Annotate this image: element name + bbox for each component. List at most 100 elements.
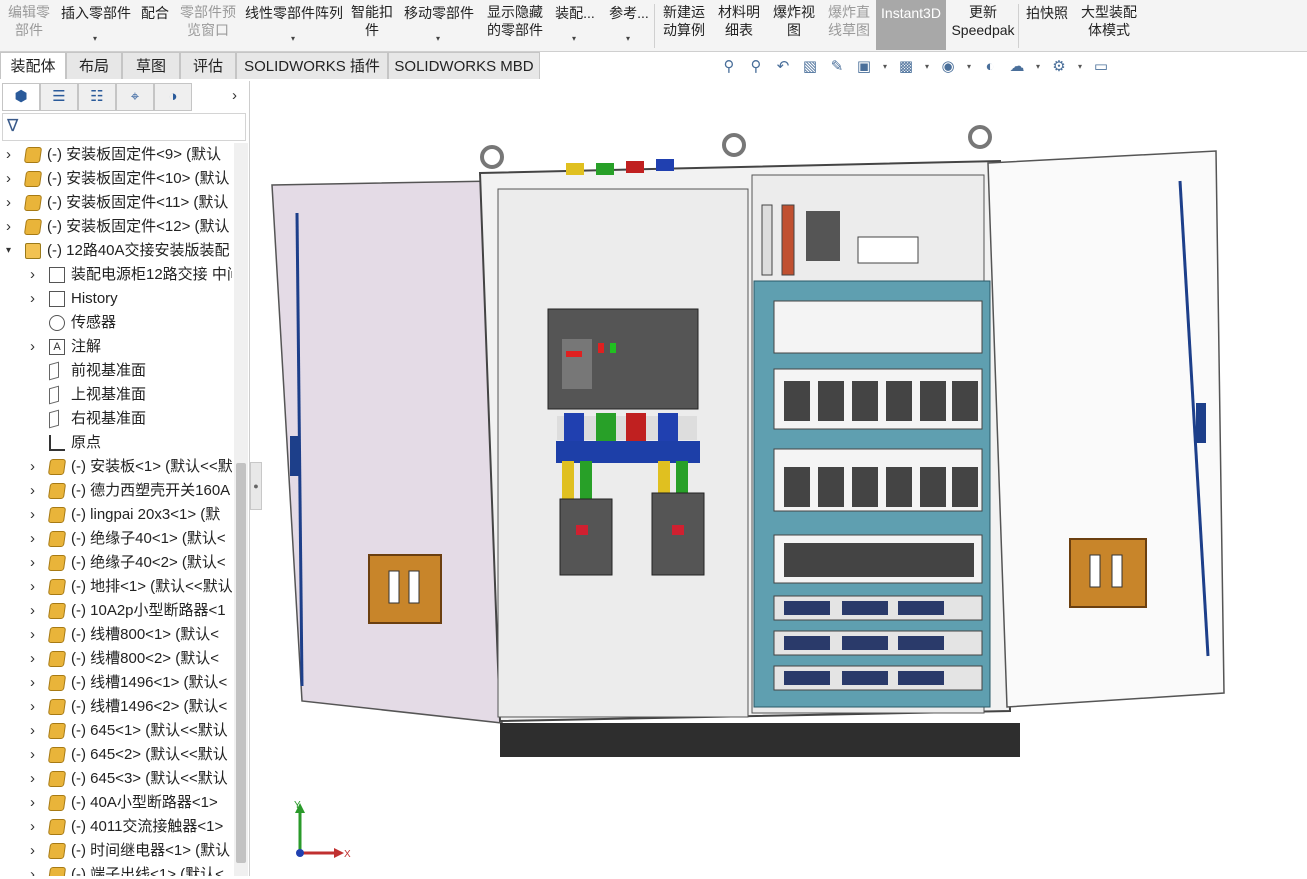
tree-item[interactable]: › (-) 10A2p小型断路器<1: [0, 599, 232, 623]
chevron-right-icon[interactable]: ›: [30, 335, 42, 359]
ribbon-button[interactable]: 装配... ▾: [548, 0, 602, 50]
ribbon-button[interactable]: Instant3D: [876, 0, 946, 50]
tab[interactable]: 装配体: [0, 52, 66, 79]
ribbon-button[interactable]: 爆炸视 图: [766, 0, 822, 50]
dimxpert-icon[interactable]: ⌖: [116, 83, 154, 111]
propertymanager-icon[interactable]: ☰: [40, 83, 78, 111]
tree-item[interactable]: › (-) 端子出线<1> (默认<: [0, 863, 232, 876]
hide-show-items-icon[interactable]: ◉: [937, 56, 959, 78]
tree-item[interactable]: ▾ (-) 12路40A交接安装版装配: [0, 239, 232, 263]
tree-item[interactable]: › History: [0, 287, 232, 311]
chevron-right-icon[interactable]: ›: [30, 503, 42, 527]
dropdown-caret-icon[interactable]: ▾: [93, 30, 97, 48]
tree-item[interactable]: › (-) 时间继电器<1> (默认: [0, 839, 232, 863]
view-orientation-icon[interactable]: ▣: [853, 56, 875, 78]
chevron-right-icon[interactable]: ›: [30, 743, 42, 767]
ribbon-button[interactable]: 编辑零 部件: [0, 0, 58, 50]
ribbon-button[interactable]: 插入零部件 ▾: [58, 0, 134, 50]
section-view-icon[interactable]: ▧: [799, 56, 821, 78]
ribbon-button[interactable]: 拍快照: [1020, 0, 1074, 50]
tab[interactable]: 评估: [180, 52, 236, 79]
tree-item[interactable]: › (-) 安装板固定件<11> (默认: [0, 191, 232, 215]
ribbon-button[interactable]: 配合: [134, 0, 176, 50]
ribbon-button[interactable]: 参考... ▾: [602, 0, 656, 50]
tab[interactable]: SOLIDWORKS MBD: [388, 52, 540, 79]
chevron-right-icon[interactable]: ›: [6, 215, 18, 239]
display-icon[interactable]: ▭: [1090, 56, 1112, 78]
tree-item[interactable]: › 装配电源柜12路交接 中间: [0, 263, 232, 287]
ribbon-button[interactable]: 新建运 动算例: [656, 0, 712, 50]
dropdown-caret-icon[interactable]: ▾: [922, 56, 932, 78]
chevron-right-icon[interactable]: ›: [232, 87, 237, 104]
ribbon-button[interactable]: 线性零部件阵列 ▾: [240, 0, 348, 50]
chevron-right-icon[interactable]: ›: [30, 455, 42, 479]
tree-item[interactable]: › (-) 线槽800<2> (默认<: [0, 647, 232, 671]
tree-item[interactable]: › (-) 4011交流接触器<1>: [0, 815, 232, 839]
featuremanager-icon[interactable]: ⬢: [2, 83, 40, 111]
chevron-right-icon[interactable]: ›: [30, 551, 42, 575]
tree-item[interactable]: 上视基准面: [0, 383, 232, 407]
zoom-to-fit-icon[interactable]: ⚲: [718, 56, 740, 78]
view-settings-icon[interactable]: ⚙: [1048, 56, 1070, 78]
tree-item[interactable]: › (-) 地排<1> (默认<<默认: [0, 575, 232, 599]
dropdown-caret-icon[interactable]: ▾: [291, 30, 295, 48]
tree-item[interactable]: › (-) 安装板固定件<9> (默认: [0, 143, 232, 167]
display-manager-icon[interactable]: ◑: [154, 83, 192, 111]
chevron-right-icon[interactable]: ›: [30, 767, 42, 791]
ribbon-button[interactable]: 爆炸直 线草图: [822, 0, 876, 50]
chevron-right-icon[interactable]: ›: [30, 623, 42, 647]
ribbon-button[interactable]: 智能扣 件: [348, 0, 396, 50]
dropdown-caret-icon[interactable]: ▾: [1033, 56, 1043, 78]
ribbon-button[interactable]: 材料明 细表: [712, 0, 766, 50]
tree-item[interactable]: 右视基准面: [0, 407, 232, 431]
tree-item[interactable]: 原点: [0, 431, 232, 455]
tree-item[interactable]: › (-) 绝缘子40<2> (默认<: [0, 551, 232, 575]
zoom-area-icon[interactable]: ⚲: [745, 56, 767, 78]
tree-item[interactable]: › (-) 线槽1496<1> (默认<: [0, 671, 232, 695]
chevron-right-icon[interactable]: ›: [30, 695, 42, 719]
edit-appearance-icon[interactable]: ◐: [979, 56, 1001, 78]
tree-item[interactable]: › (-) 645<3> (默认<<默认: [0, 767, 232, 791]
display-style-icon[interactable]: ▩: [895, 56, 917, 78]
tree-item[interactable]: › (-) 安装板固定件<12> (默认: [0, 215, 232, 239]
chevron-right-icon[interactable]: ›: [30, 839, 42, 863]
chevron-right-icon[interactable]: ›: [30, 527, 42, 551]
tree-item[interactable]: › (-) 645<2> (默认<<默认: [0, 743, 232, 767]
configurationmanager-icon[interactable]: ☷: [78, 83, 116, 111]
dropdown-caret-icon[interactable]: ▾: [626, 30, 630, 48]
dropdown-caret-icon[interactable]: ▾: [572, 30, 576, 48]
tree-item[interactable]: › (-) 安装板<1> (默认<<默: [0, 455, 232, 479]
chevron-right-icon[interactable]: ›: [30, 863, 42, 876]
tree-item[interactable]: 前视基准面: [0, 359, 232, 383]
dynamic-annotation-icon[interactable]: ✎: [826, 56, 848, 78]
chevron-right-icon[interactable]: ›: [30, 671, 42, 695]
apply-scene-icon[interactable]: ☁: [1006, 56, 1028, 78]
chevron-right-icon[interactable]: ›: [6, 167, 18, 191]
chevron-right-icon[interactable]: ›: [6, 191, 18, 215]
chevron-right-icon[interactable]: ›: [30, 575, 42, 599]
chevron-right-icon[interactable]: ›: [30, 479, 42, 503]
tree-item[interactable]: › (-) 线槽800<1> (默认<: [0, 623, 232, 647]
tree-item[interactable]: › (-) 40A小型断路器<1>: [0, 791, 232, 815]
graphics-area[interactable]: Y X: [262, 81, 1307, 876]
tree-item[interactable]: › A 注解: [0, 335, 232, 359]
tab[interactable]: SOLIDWORKS 插件: [236, 52, 388, 79]
ribbon-button[interactable]: 更新 Speedpak: [946, 0, 1020, 50]
panel-splitter-handle[interactable]: ●: [250, 462, 262, 510]
dropdown-caret-icon[interactable]: ▾: [1075, 56, 1085, 78]
tree-item[interactable]: › (-) 德力西塑壳开关160A: [0, 479, 232, 503]
previous-view-icon[interactable]: ↶: [772, 56, 794, 78]
dropdown-caret-icon[interactable]: ▾: [436, 30, 440, 48]
tab[interactable]: 草图: [122, 52, 180, 79]
ribbon-button[interactable]: 大型装配 体模式: [1074, 0, 1144, 50]
tab[interactable]: 布局: [66, 52, 122, 79]
tree-item[interactable]: › (-) 线槽1496<2> (默认<: [0, 695, 232, 719]
tree-scrollbar[interactable]: [234, 143, 248, 876]
ribbon-button[interactable]: 移动零部件 ▾: [396, 0, 482, 50]
tree-item[interactable]: › (-) 安装板固定件<10> (默认: [0, 167, 232, 191]
filter-field[interactable]: ∇: [2, 113, 246, 141]
chevron-right-icon[interactable]: ›: [30, 791, 42, 815]
tree-item[interactable]: › (-) 绝缘子40<1> (默认<: [0, 527, 232, 551]
dropdown-caret-icon[interactable]: ▾: [880, 56, 890, 78]
dropdown-caret-icon[interactable]: ▾: [964, 56, 974, 78]
